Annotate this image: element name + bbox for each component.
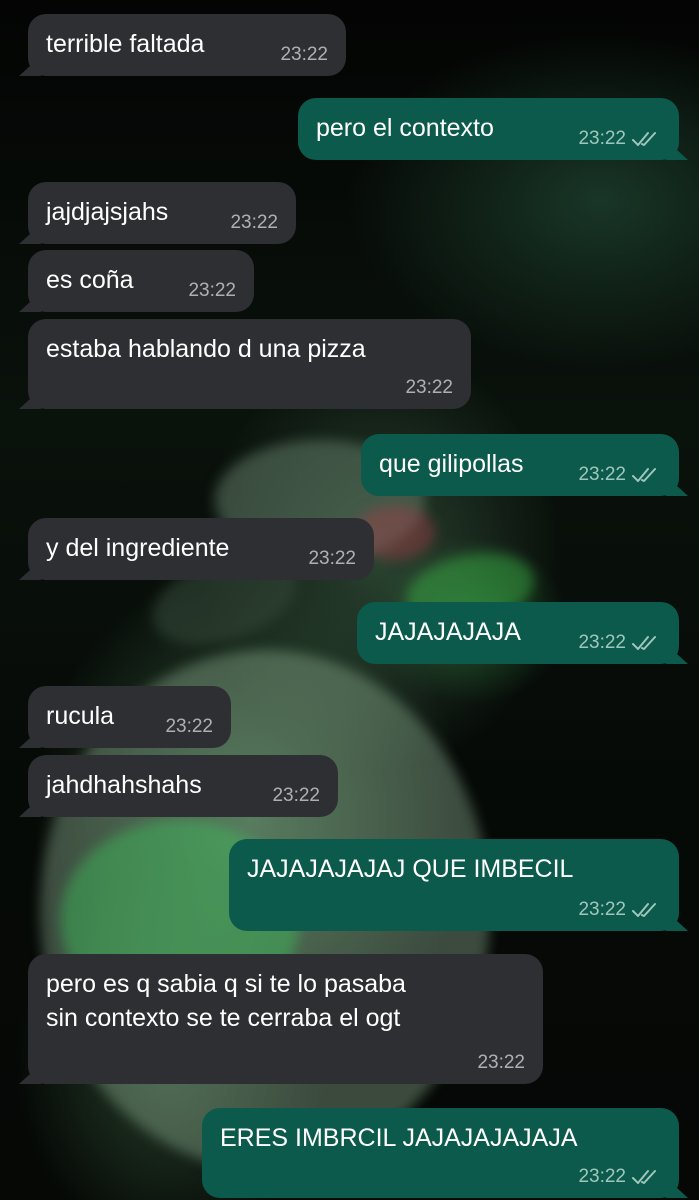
message-text: JAJAJAJAJA — [375, 618, 521, 646]
message-bubble-outgoing[interactable]: JAJAJAJAJAJ QUE IMBECIL 23:22 — [229, 839, 679, 931]
message-text: y del ingrediente — [46, 534, 230, 562]
message-list[interactable]: terrible faltada 23:22 pero el contexto … — [0, 0, 699, 1200]
message-text: es coña — [46, 266, 134, 294]
message-text: estaba hablando d una pizza — [46, 335, 366, 363]
message-time: 23:22 — [477, 1052, 525, 1073]
message-meta: 23:22 — [477, 1052, 525, 1074]
message-bubble-incoming[interactable]: terrible faltada 23:22 — [28, 14, 346, 76]
message-text: JAJAJAJAJAJ QUE IMBECIL — [247, 855, 574, 883]
message-time: 23:22 — [165, 716, 213, 737]
message-text: jajdjajsjahs — [46, 198, 169, 226]
message-meta: 23:22 — [578, 632, 661, 654]
message-text: pero es q sabia q si te lo pasaba sin co… — [46, 970, 406, 1032]
message-bubble-incoming[interactable]: jahdhahshahs 23:22 — [28, 755, 338, 817]
message-meta: 23:22 — [578, 128, 661, 150]
message-text: que gilipollas — [379, 450, 524, 478]
double-check-icon — [632, 903, 656, 917]
message-text: jahdhahshahs — [46, 771, 202, 799]
message-meta: 23:22 — [188, 280, 236, 302]
message-meta: 23:22 — [578, 464, 661, 486]
message-time: 23:22 — [188, 280, 236, 301]
message-text: rucula — [46, 702, 115, 730]
double-check-icon — [632, 636, 656, 650]
message-bubble-outgoing[interactable]: JAJAJAJAJA 23:22 — [357, 602, 679, 664]
message-time: 23:22 — [308, 548, 356, 569]
message-text: terrible faltada — [46, 30, 205, 58]
message-time: 23:22 — [578, 1166, 626, 1187]
message-time: 23:22 — [578, 464, 626, 485]
double-check-icon — [632, 1170, 656, 1184]
message-time: 23:22 — [230, 212, 278, 233]
message-time: 23:22 — [578, 632, 626, 653]
message-meta: 23:22 — [280, 44, 328, 66]
message-time: 23:22 — [280, 44, 328, 65]
message-bubble-incoming[interactable]: estaba hablando d una pizza 23:22 — [28, 319, 471, 409]
message-meta: 23:22 — [308, 548, 356, 570]
message-time: 23:22 — [272, 785, 320, 806]
message-meta: 23:22 — [230, 212, 278, 234]
message-bubble-outgoing[interactable]: pero el contexto 23:22 — [298, 98, 679, 160]
message-text: pero el contexto — [316, 114, 494, 142]
message-bubble-incoming[interactable]: jajdjajsjahs 23:22 — [28, 182, 296, 244]
message-time: 23:22 — [405, 377, 453, 398]
message-time: 23:22 — [578, 128, 626, 149]
double-check-icon — [632, 132, 656, 146]
message-meta: 23:22 — [405, 377, 453, 399]
message-meta: 23:22 — [272, 785, 320, 807]
message-bubble-incoming[interactable]: es coña 23:22 — [28, 250, 254, 312]
message-time: 23:22 — [578, 899, 626, 920]
message-meta: 23:22 — [165, 716, 213, 738]
message-bubble-incoming[interactable]: y del ingrediente 23:22 — [28, 518, 374, 580]
message-meta: 23:22 — [578, 899, 661, 921]
message-bubble-incoming[interactable]: rucula 23:22 — [28, 686, 231, 748]
message-bubble-outgoing[interactable]: ERES IMBRCIL JAJAJAJAJAJA 23:22 — [202, 1108, 679, 1198]
message-bubble-outgoing[interactable]: que gilipollas 23:22 — [361, 434, 679, 496]
message-text: ERES IMBRCIL JAJAJAJAJAJA — [220, 1124, 578, 1152]
double-check-icon — [632, 468, 656, 482]
message-bubble-incoming[interactable]: pero es q sabia q si te lo pasaba sin co… — [28, 954, 543, 1084]
message-meta: 23:22 — [578, 1166, 661, 1188]
